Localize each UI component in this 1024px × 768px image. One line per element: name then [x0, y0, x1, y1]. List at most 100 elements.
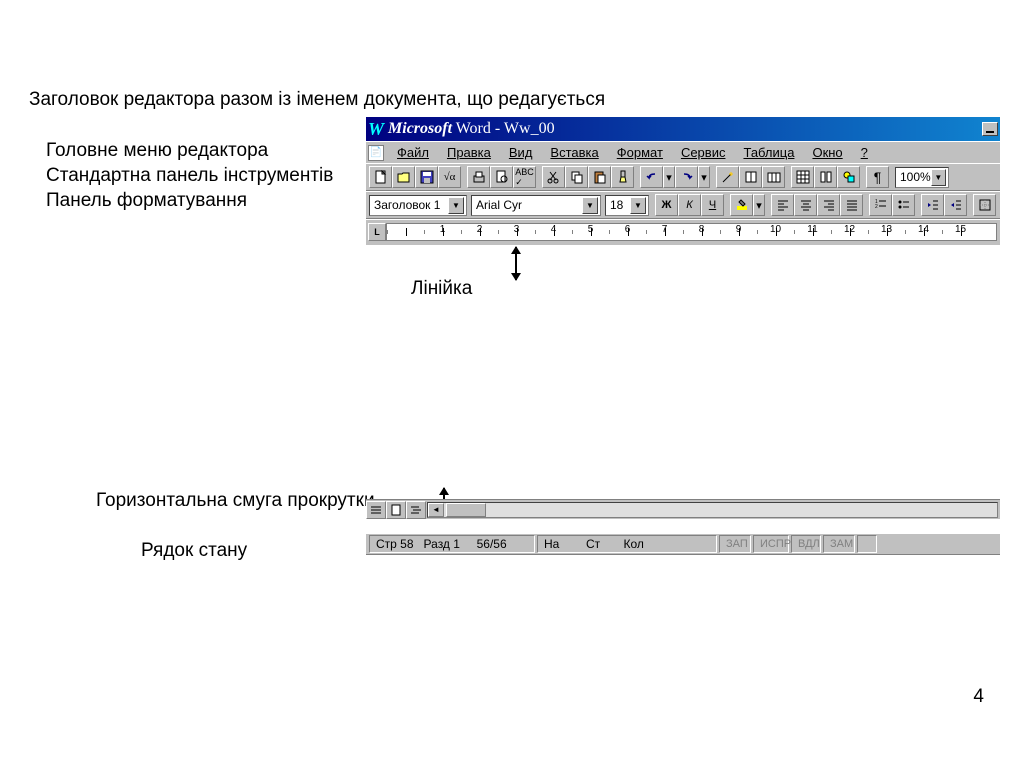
font-combo[interactable]: Arial Cyr▼: [471, 195, 601, 216]
ruler-pointer-arrow: [515, 247, 517, 280]
cut-button[interactable]: [542, 166, 565, 188]
indent-icon: [949, 198, 963, 212]
highlight-icon: [735, 198, 749, 212]
insert-table-button[interactable]: [762, 166, 785, 188]
ruler[interactable]: L 1 2 3 4 5 6 7 8 9 10 11 12 13 14 15: [366, 219, 1000, 245]
chevron-down-icon: ▼: [448, 197, 464, 214]
scroll-left-button[interactable]: ◄: [428, 503, 444, 517]
columns-button[interactable]: [814, 166, 837, 188]
insert-address-button[interactable]: [739, 166, 762, 188]
outline-view-button[interactable]: [406, 501, 426, 519]
status-position: На Ст Кол: [537, 535, 717, 553]
status-trk[interactable]: ИСПР: [753, 535, 789, 553]
insert-worksheet-button[interactable]: [791, 166, 814, 188]
outdent-icon: [926, 198, 940, 212]
menu-table[interactable]: Таблица: [734, 143, 803, 162]
slide-number: 4: [973, 686, 984, 708]
label-ruler: Лінійка: [411, 278, 472, 300]
preview-button[interactable]: [490, 166, 513, 188]
redo-button[interactable]: [675, 166, 698, 188]
menu-view[interactable]: Вид: [500, 143, 542, 162]
label-statusbar: Рядок стану: [141, 540, 247, 562]
window-titlebar: W Microsoft Word - Ww_00: [366, 117, 1000, 141]
undo-dd[interactable]: ▾: [663, 166, 675, 188]
menu-format[interactable]: Формат: [608, 143, 672, 162]
ruler-scale[interactable]: 1 2 3 4 5 6 7 8 9 10 11 12 13 14 15: [386, 223, 997, 241]
save-button[interactable]: [415, 166, 438, 188]
underline-button[interactable]: Ч: [701, 194, 724, 216]
menu-insert[interactable]: Вставка: [541, 143, 607, 162]
zoom-combo[interactable]: 100%▼: [895, 167, 949, 188]
page-layout-view-button[interactable]: [386, 501, 406, 519]
status-rec[interactable]: ЗАП: [719, 535, 751, 553]
print-button[interactable]: [467, 166, 490, 188]
align-right-button[interactable]: [817, 194, 840, 216]
numbered-list-button[interactable]: 12: [869, 194, 892, 216]
status-page-section: Стр 58 Разд 1 56/56: [369, 535, 535, 553]
paste-button[interactable]: [588, 166, 611, 188]
sqrt-button[interactable]: √α: [438, 166, 461, 188]
horizontal-scrollbar[interactable]: ◄: [427, 502, 998, 518]
scroll-thumb[interactable]: [446, 503, 486, 517]
italic-button[interactable]: К: [678, 194, 701, 216]
paste-icon: [593, 170, 607, 184]
new-button[interactable]: [369, 166, 392, 188]
ruler-tab-button[interactable]: L: [368, 223, 386, 241]
svg-text:2: 2: [875, 204, 878, 210]
decrease-indent-button[interactable]: [921, 194, 944, 216]
chevron-down-icon: ▼: [630, 197, 646, 214]
font-size-combo[interactable]: 18▼: [605, 195, 649, 216]
menu-tools[interactable]: Сервис: [672, 143, 735, 162]
open-icon: [397, 170, 411, 184]
label-menu: Головне меню редактора: [46, 140, 268, 162]
style-combo[interactable]: Заголовок 1▼: [369, 195, 467, 216]
status-extra: [857, 535, 877, 553]
format-painter-button[interactable]: [611, 166, 634, 188]
status-ext[interactable]: ВДЛ: [791, 535, 821, 553]
open-button[interactable]: [392, 166, 415, 188]
redo-dd[interactable]: ▾: [698, 166, 710, 188]
autoformat-button[interactable]: [716, 166, 739, 188]
statusbar: Стр 58 Разд 1 56/56 На Ст Кол ЗАП ИСПР В…: [366, 533, 1000, 555]
menu-file[interactable]: Файл: [388, 143, 438, 162]
normal-view-button[interactable]: [366, 501, 386, 519]
menu-help[interactable]: ?: [852, 143, 877, 162]
justify-button[interactable]: [840, 194, 863, 216]
chevron-down-icon: ▼: [931, 169, 946, 186]
label-hscroll: Горизонтальна смуга прокрутки: [96, 490, 375, 512]
increase-indent-button[interactable]: [944, 194, 967, 216]
app-title: Microsoft Word - Ww_00: [388, 120, 555, 138]
minimize-button[interactable]: [982, 122, 998, 136]
borders-button[interactable]: [973, 194, 996, 216]
justify-icon: [845, 198, 859, 212]
bullet-list-icon: [897, 198, 911, 212]
doc-icon[interactable]: 📄: [368, 145, 384, 161]
app-logo-w: W: [368, 119, 384, 140]
numbered-list-icon: 12: [874, 198, 888, 212]
status-ovr[interactable]: ЗАМ: [823, 535, 855, 553]
align-left-icon: [776, 198, 790, 212]
view-scroll-bar: ◄: [366, 499, 1000, 519]
copy-button[interactable]: [565, 166, 588, 188]
show-chars-button[interactable]: ¶: [866, 166, 889, 188]
brush-icon: [616, 170, 630, 184]
align-left-button[interactable]: [771, 194, 794, 216]
formatting-toolbar: Заголовок 1▼ Arial Cyr▼ 18▼ Ж К Ч ▾ 12: [366, 191, 1000, 219]
print-icon: [472, 170, 486, 184]
bold-button[interactable]: Ж: [655, 194, 678, 216]
chevron-down-icon: ▼: [582, 197, 598, 214]
wand-icon: [721, 170, 735, 184]
spellcheck-button[interactable]: ABC✓: [513, 166, 536, 188]
label-std-toolbar: Стандартна панель інструментів: [46, 165, 333, 187]
highlight-dd[interactable]: ▾: [753, 194, 765, 216]
label-fmt-toolbar: Панель форматування: [46, 190, 247, 212]
bullet-list-button[interactable]: [892, 194, 915, 216]
drawing-button[interactable]: [837, 166, 860, 188]
menu-edit[interactable]: Правка: [438, 143, 500, 162]
align-center-button[interactable]: [794, 194, 817, 216]
preview-icon: [495, 170, 509, 184]
menu-window[interactable]: Окно: [803, 143, 851, 162]
undo-button[interactable]: [640, 166, 663, 188]
highlight-button[interactable]: [730, 194, 753, 216]
undo-icon: [645, 170, 659, 184]
